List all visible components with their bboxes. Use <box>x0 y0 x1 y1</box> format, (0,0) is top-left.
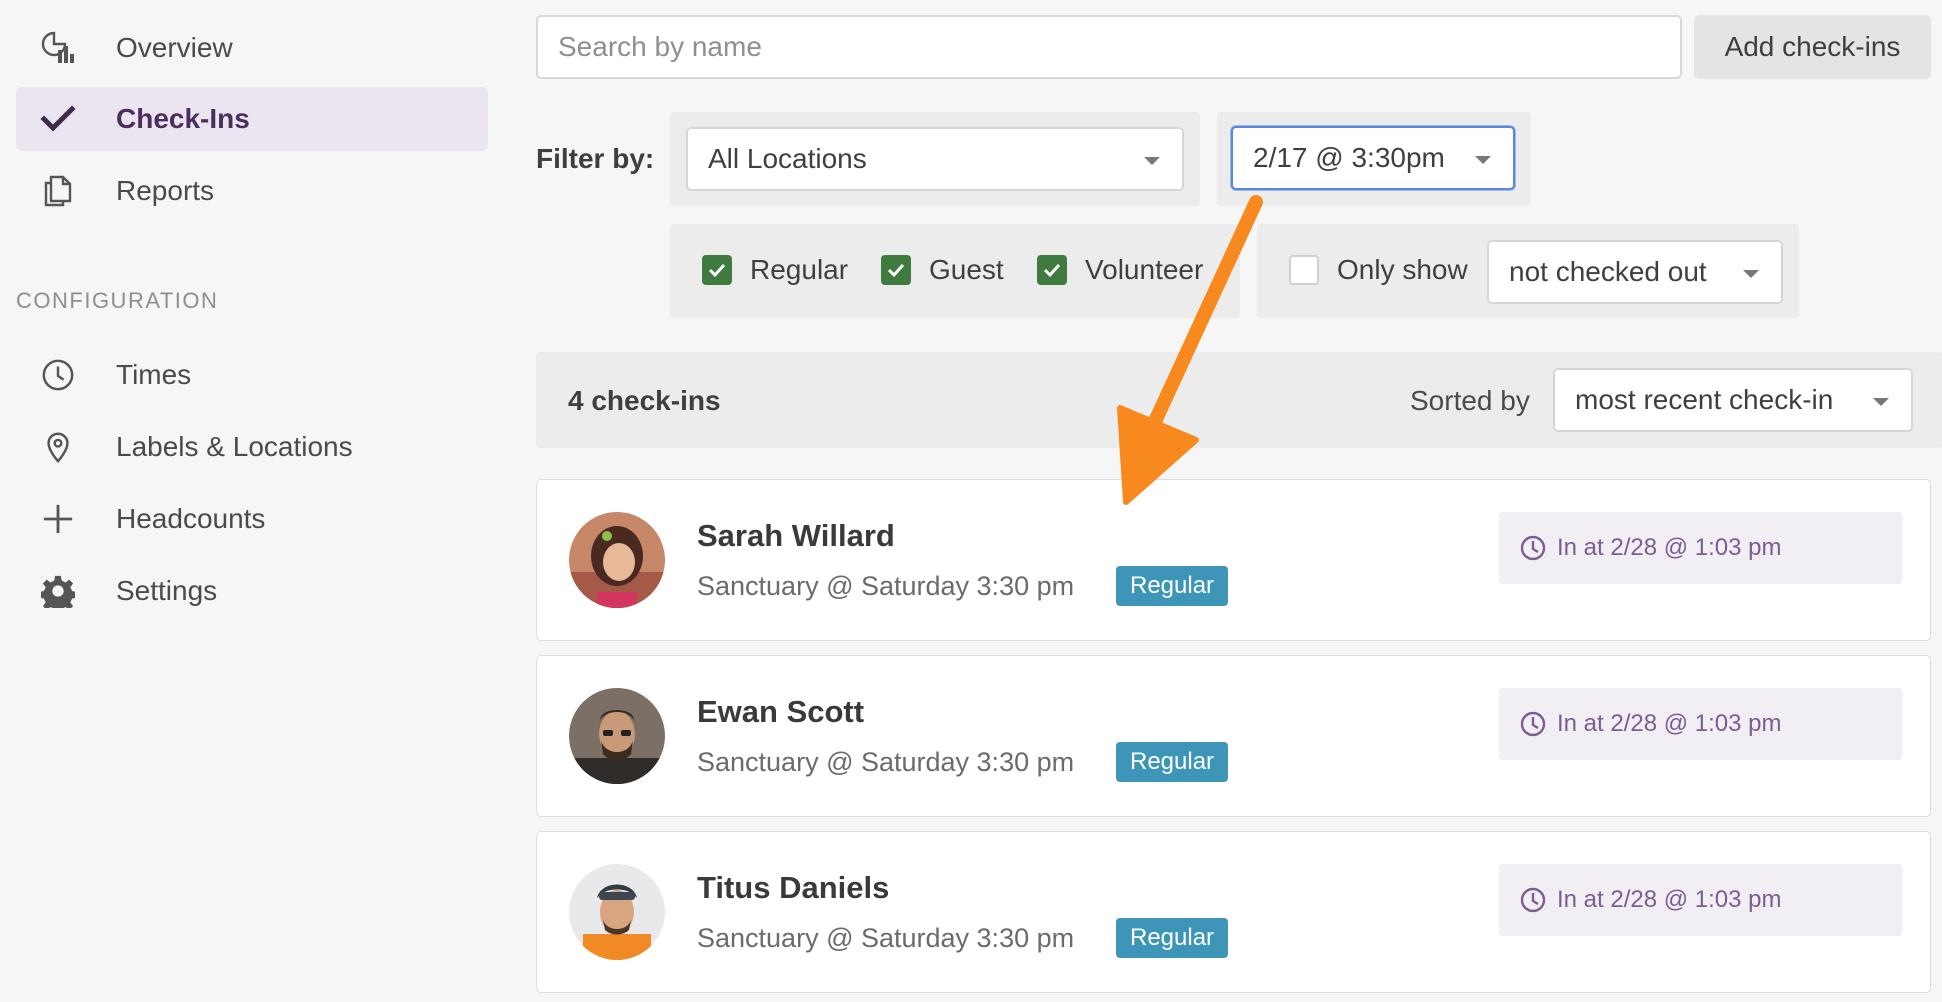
sidebar-item-labels-locations[interactable]: Labels & Locations <box>16 415 488 479</box>
avatar <box>569 688 665 784</box>
sidebar-item-label: Headcounts <box>116 503 266 534</box>
filter-by-label: Filter by: <box>536 143 655 174</box>
sidebar: Overview Check-Ins Reports CONFIGURATION <box>0 0 510 1002</box>
checkin-time: In at 2/28 @ 1:03 pm <box>1499 864 1902 936</box>
event-info: Sanctuary @ Saturday 3:30 pm <box>697 571 1075 601</box>
checkin-time-text: In at 2/28 @ 1:03 pm <box>1557 710 1782 737</box>
sidebar-item-overview[interactable]: Overview <box>16 16 488 80</box>
sidebar-item-times[interactable]: Times <box>16 343 488 407</box>
sidebar-item-label: Settings <box>116 575 218 606</box>
add-check-ins-button[interactable]: Add check-ins <box>1694 15 1931 79</box>
checkin-card[interactable]: Titus Daniels Sanctuary @ Saturday 3:30 … <box>536 831 1931 993</box>
time-select-value: 2/17 @ 3:30pm <box>1253 142 1445 173</box>
checkbox-checked-icon <box>702 255 732 285</box>
time-select[interactable]: 2/17 @ 3:30pm <box>1231 126 1515 190</box>
location-select[interactable]: All Locations <box>686 127 1184 191</box>
checkin-time: In at 2/28 @ 1:03 pm <box>1499 512 1902 584</box>
sidebar-item-label: Labels & Locations <box>116 431 353 462</box>
checkin-card[interactable]: Ewan Scott Sanctuary @ Saturday 3:30 pm … <box>536 655 1931 817</box>
sort-select[interactable]: most recent check-in <box>1553 368 1913 432</box>
sidebar-item-reports[interactable]: Reports <box>16 159 488 223</box>
checkin-time-text: In at 2/28 @ 1:03 pm <box>1557 534 1782 561</box>
checkin-time: In at 2/28 @ 1:03 pm <box>1499 688 1902 760</box>
checkbox-label: Volunteer <box>1085 254 1204 285</box>
overview-chart-icon <box>38 28 78 68</box>
person-name[interactable]: Sarah Willard <box>697 518 895 554</box>
location-select-value: All Locations <box>708 143 867 174</box>
search-input[interactable] <box>536 15 1682 79</box>
checkbox-label: Only show <box>1337 254 1468 285</box>
sidebar-item-label: Check-Ins <box>116 103 250 134</box>
sort-select-value: most recent check-in <box>1575 384 1834 415</box>
checkin-count: 4 check-ins <box>568 385 721 416</box>
guest-checkbox[interactable]: Guest <box>881 254 1004 286</box>
chevron-down-icon <box>1873 398 1889 406</box>
kind-badge: Regular <box>1116 918 1229 958</box>
clock-icon <box>1520 887 1546 913</box>
clock-icon <box>1520 535 1546 561</box>
location-pin-icon <box>38 427 78 467</box>
kind-badge: Regular <box>1116 742 1229 782</box>
checkbox-label: Guest <box>929 254 1004 285</box>
avatar <box>569 864 665 960</box>
sidebar-item-label: Times <box>116 359 192 390</box>
event-info: Sanctuary @ Saturday 3:30 pm <box>697 923 1075 953</box>
event-info: Sanctuary @ Saturday 3:30 pm <box>697 747 1075 777</box>
person-name[interactable]: Ewan Scott <box>697 694 864 730</box>
checkbox-unchecked-icon <box>1289 255 1319 285</box>
clock-icon <box>38 355 78 395</box>
sidebar-item-headcounts[interactable]: Headcounts <box>16 487 488 551</box>
checkin-time-text: In at 2/28 @ 1:03 pm <box>1557 886 1782 913</box>
volunteer-checkbox[interactable]: Volunteer <box>1037 254 1203 286</box>
chevron-down-icon <box>1475 156 1491 164</box>
plus-icon <box>38 499 78 539</box>
only-show-checkbox[interactable]: Only show <box>1289 254 1468 286</box>
clock-icon <box>1520 711 1546 737</box>
sidebar-item-settings[interactable]: Settings <box>16 559 488 623</box>
checkbox-label: Regular <box>750 254 849 285</box>
checkout-status-select[interactable]: not checked out <box>1487 240 1783 304</box>
sidebar-item-check-ins[interactable]: Check-Ins <box>16 87 488 151</box>
sidebar-item-label: Reports <box>116 175 215 206</box>
checkin-card[interactable]: Sarah Willard Sanctuary @ Saturday 3:30 … <box>536 479 1931 641</box>
gear-icon <box>38 571 78 611</box>
checkout-status-value: not checked out <box>1509 256 1707 287</box>
documents-icon <box>38 171 78 211</box>
kind-badge: Regular <box>1116 566 1229 606</box>
configuration-section-title: CONFIGURATION <box>16 288 219 313</box>
avatar <box>569 512 665 608</box>
chevron-down-icon <box>1144 157 1160 165</box>
checkmark-icon <box>38 99 78 139</box>
sidebar-item-label: Overview <box>116 32 233 63</box>
person-name[interactable]: Titus Daniels <box>697 870 889 906</box>
sorted-by-label: Sorted by <box>1410 385 1530 416</box>
checkbox-checked-icon <box>881 255 911 285</box>
regular-checkbox[interactable]: Regular <box>702 254 848 286</box>
checkbox-checked-icon <box>1037 255 1067 285</box>
chevron-down-icon <box>1743 270 1759 278</box>
